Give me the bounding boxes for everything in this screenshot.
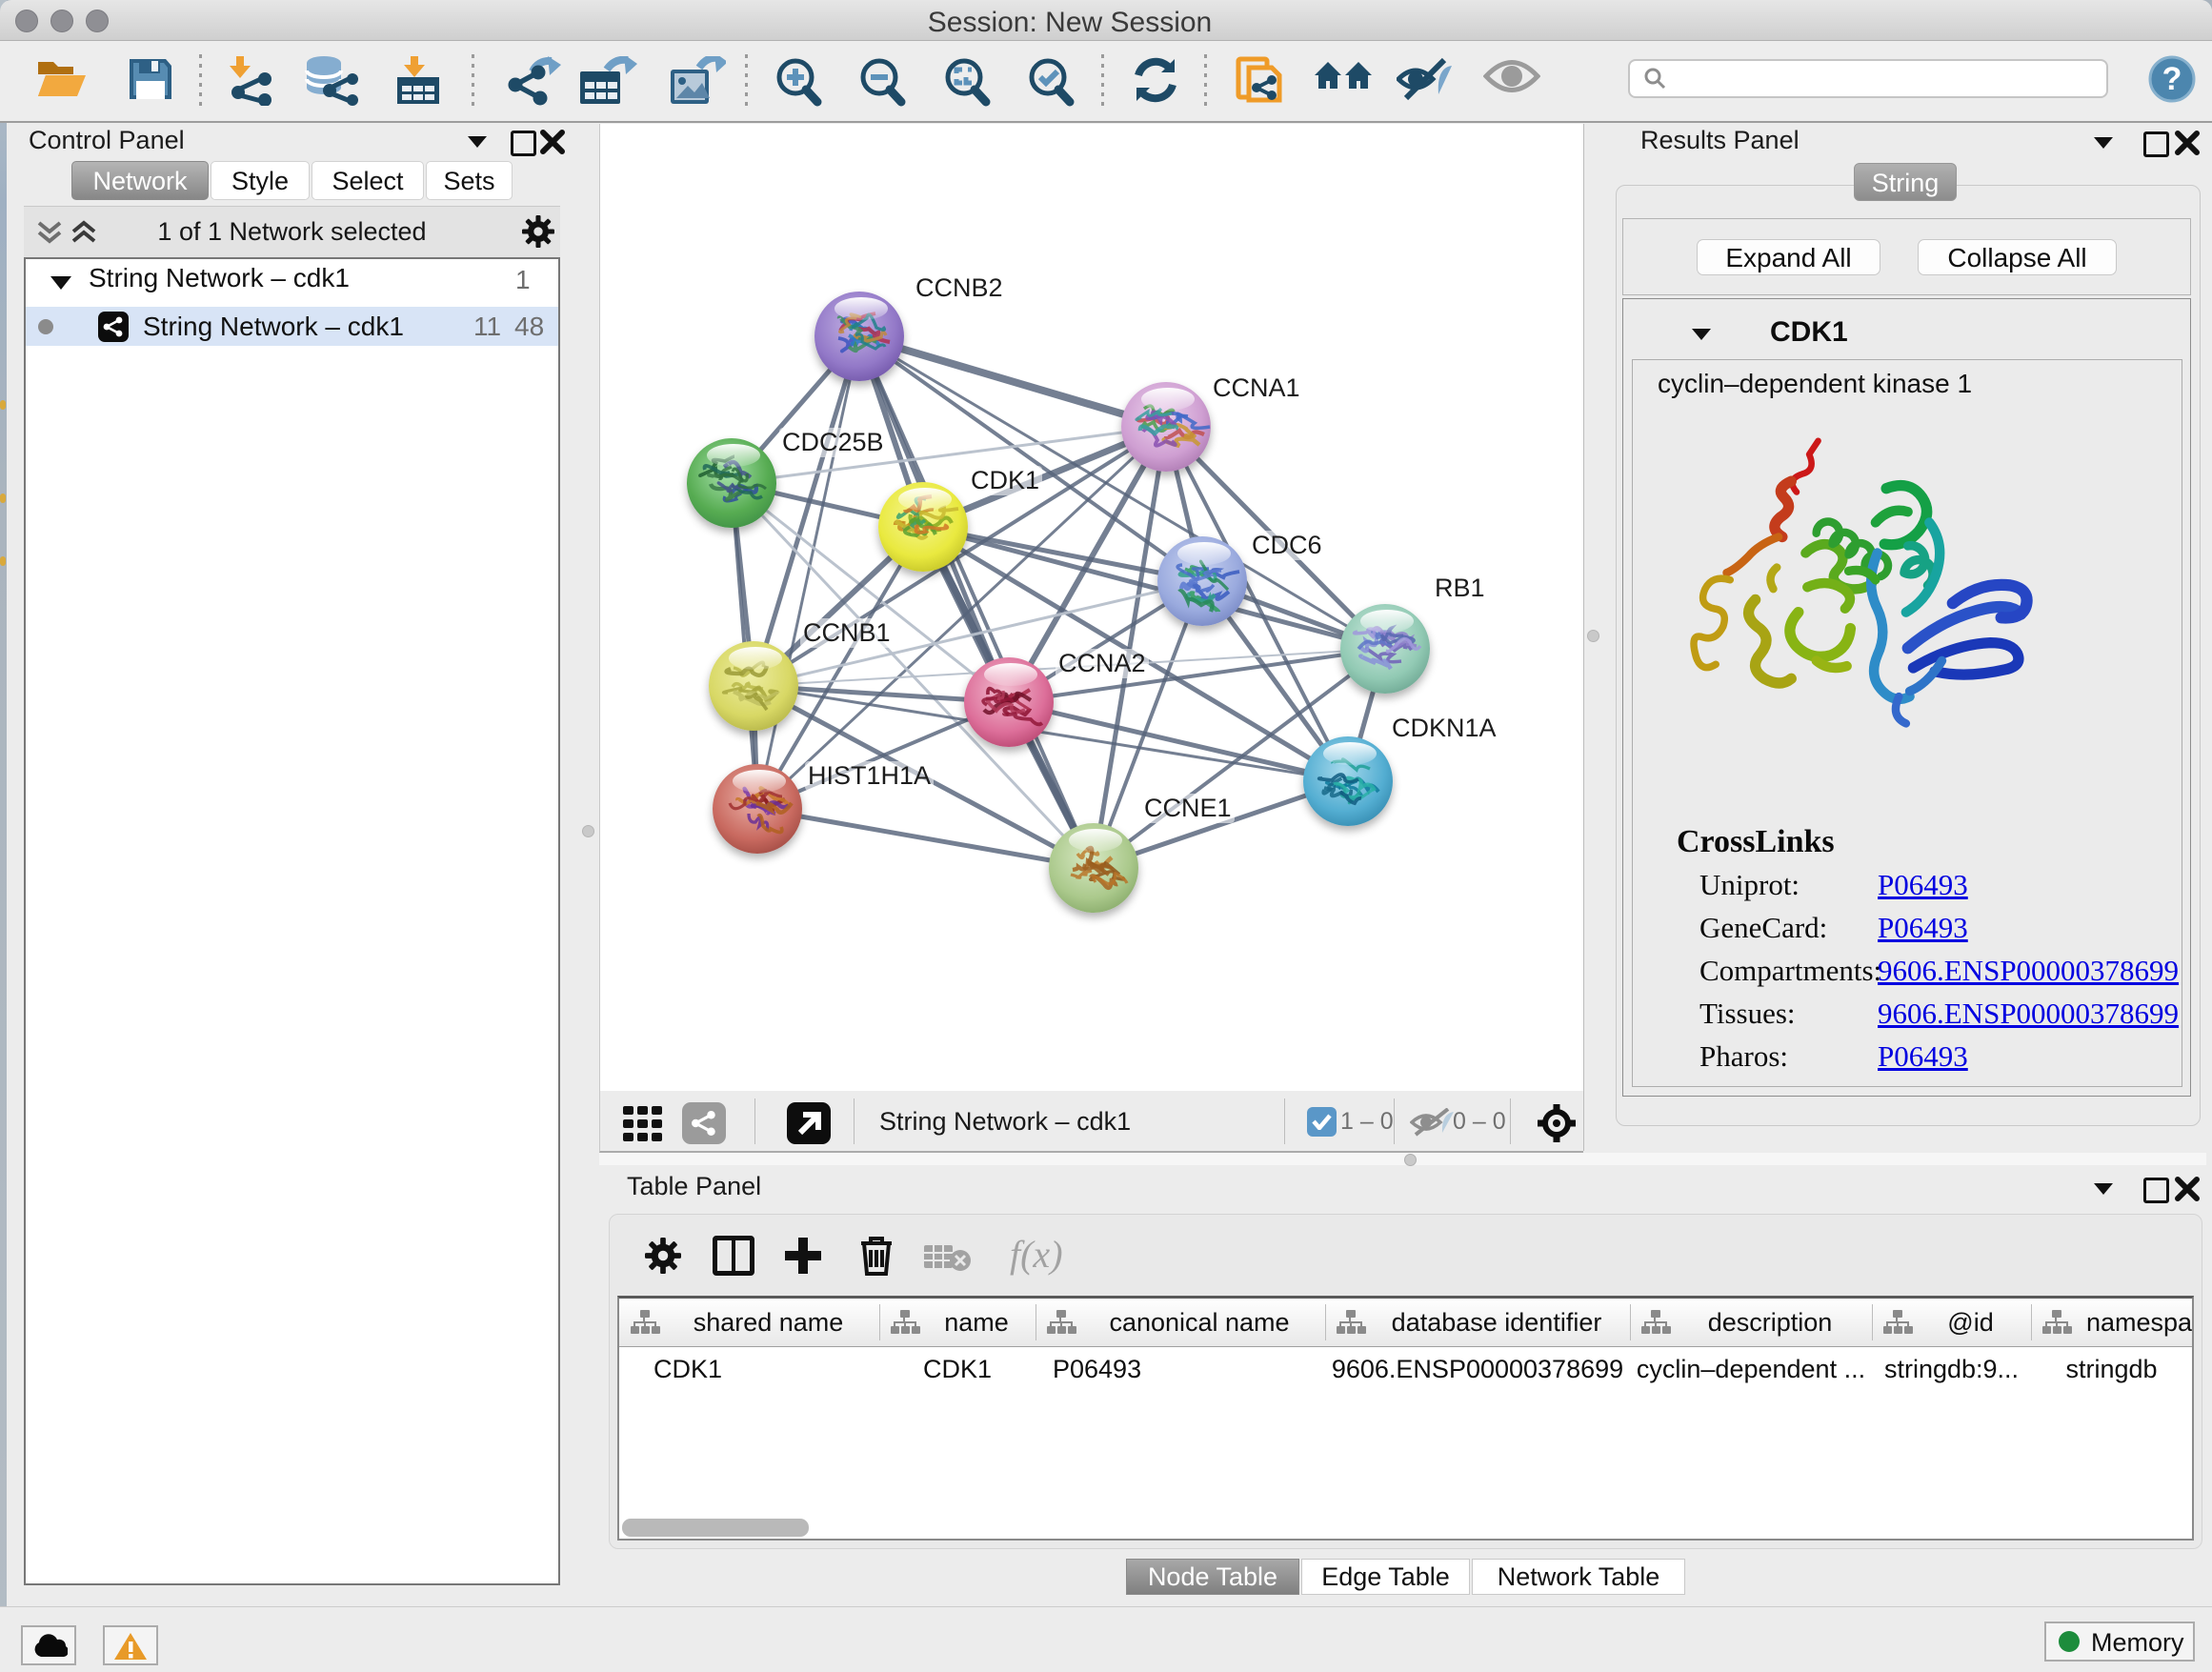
svg-text:?: ? [2162,61,2182,97]
